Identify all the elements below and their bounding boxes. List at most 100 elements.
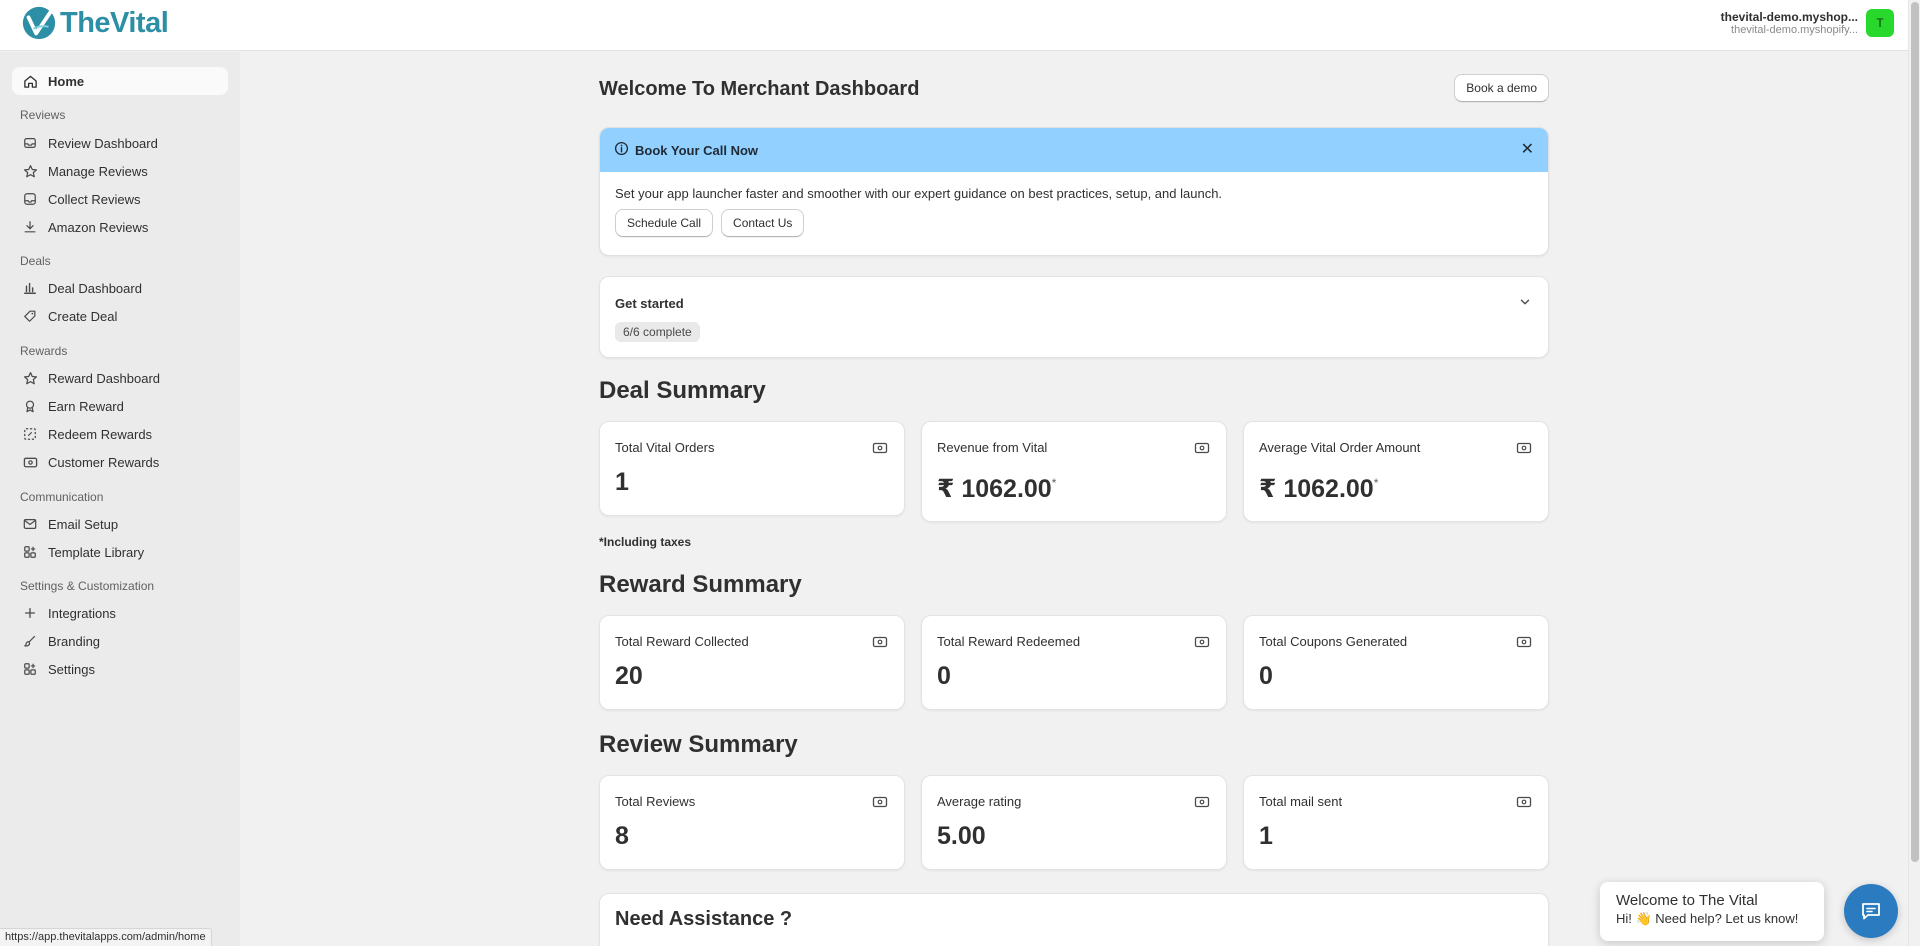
page-title: Welcome To Merchant Dashboard bbox=[599, 78, 920, 100]
store-name: thevital-demo.myshop... bbox=[1720, 10, 1858, 24]
stat-value: 8 bbox=[615, 822, 629, 850]
mail-icon bbox=[22, 516, 38, 532]
sidebar: Home Reviews Review Dashboard Manage Rev… bbox=[0, 52, 240, 946]
cash-icon bbox=[1516, 442, 1532, 454]
sidebar-item-home[interactable]: Home bbox=[12, 67, 228, 95]
stat-label: Total Reward Redeemed bbox=[937, 634, 1081, 649]
contact-us-button[interactable]: Contact Us bbox=[721, 209, 805, 237]
tax-note: *Including taxes bbox=[599, 535, 692, 549]
stat-label: Total Reviews bbox=[615, 794, 696, 809]
sidebar-item-branding[interactable]: Branding bbox=[12, 628, 228, 654]
cash-icon bbox=[1516, 796, 1532, 808]
stat-value-text: ₹ 1062.00 bbox=[1259, 475, 1374, 503]
cash-icon bbox=[1516, 636, 1532, 648]
schedule-call-button[interactable]: Schedule Call bbox=[615, 209, 714, 237]
chat-launcher-button[interactable] bbox=[1844, 884, 1898, 938]
sidebar-item-customer-rewards[interactable]: Customer Rewards bbox=[12, 449, 228, 475]
chevron-down-icon[interactable] bbox=[1518, 295, 1532, 312]
stat-value: ₹ 1062.00* bbox=[1259, 474, 1378, 504]
sidebar-item-label: Manage Reviews bbox=[48, 163, 148, 179]
get-started-title: Get started bbox=[615, 296, 684, 311]
get-started-card[interactable]: Get started 6/6 complete bbox=[599, 276, 1549, 358]
stat-card-total-reviews: Total Reviews 8 bbox=[599, 775, 905, 870]
sidebar-item-manage-reviews[interactable]: Manage Reviews bbox=[12, 158, 228, 184]
stat-card-total-reward-redeemed: Total Reward Redeemed 0 bbox=[921, 615, 1227, 710]
cash-icon bbox=[872, 796, 888, 808]
cash-icon bbox=[1194, 442, 1210, 454]
stat-card-total-vital-orders: Total Vital Orders 1 bbox=[599, 421, 905, 516]
sidebar-item-redeem-rewards[interactable]: Redeem Rewards bbox=[12, 421, 228, 447]
close-icon[interactable]: ✕ bbox=[1521, 142, 1534, 158]
book-call-banner: Book Your Call Now ✕ Set your app launch… bbox=[599, 127, 1549, 256]
home-icon bbox=[22, 73, 38, 89]
stat-label: Total Vital Orders bbox=[615, 440, 715, 455]
sidebar-item-deal-dashboard[interactable]: Deal Dashboard bbox=[12, 275, 228, 301]
sidebar-section-settings: Settings & Customization bbox=[20, 579, 155, 593]
sidebar-item-template-library[interactable]: Template Library bbox=[12, 539, 228, 565]
chat-welcome-bubble[interactable]: Welcome to The Vital Hi! 👋 Need help? Le… bbox=[1600, 882, 1824, 941]
stat-label: Average Vital Order Amount bbox=[1259, 440, 1421, 455]
store-avatar[interactable]: T bbox=[1866, 9, 1894, 37]
stat-value: 0 bbox=[1259, 662, 1273, 690]
stat-value: 20 bbox=[615, 662, 643, 690]
top-bar: TheVital thevital-demo.myshop... thevita… bbox=[0, 0, 1908, 51]
stat-card-total-coupons-generated: Total Coupons Generated 0 bbox=[1243, 615, 1549, 710]
brush-icon bbox=[22, 633, 38, 649]
stat-value: 0 bbox=[937, 662, 951, 690]
logo-mark-icon bbox=[22, 6, 56, 40]
stat-card-total-mail-sent: Total mail sent 1 bbox=[1243, 775, 1549, 870]
sidebar-section-reviews: Reviews bbox=[20, 108, 66, 122]
sidebar-item-reward-dashboard[interactable]: Reward Dashboard bbox=[12, 365, 228, 391]
redeem-icon bbox=[22, 426, 38, 442]
store-url: thevital-demo.myshopify... bbox=[1731, 24, 1858, 36]
stat-card-average-order-amount: Average Vital Order Amount ₹ 1062.00* bbox=[1243, 421, 1549, 522]
bar-chart-icon bbox=[22, 280, 38, 296]
tag-plus-icon bbox=[22, 308, 38, 324]
book-demo-button[interactable]: Book a demo bbox=[1454, 74, 1549, 102]
status-url: https://app.thevitalapps.com/admin/home bbox=[0, 928, 212, 946]
need-assistance-title: Need Assistance ? bbox=[615, 908, 793, 930]
stat-value: ₹ 1062.00* bbox=[937, 474, 1056, 504]
sidebar-item-label: Customer Rewards bbox=[48, 454, 160, 470]
banner-title: Book Your Call Now bbox=[635, 142, 759, 158]
stat-value: 5.00 bbox=[937, 822, 986, 850]
sidebar-item-label: Deal Dashboard bbox=[48, 280, 142, 296]
sidebar-section-communication: Communication bbox=[20, 490, 104, 504]
sidebar-item-label: Amazon Reviews bbox=[48, 219, 149, 235]
sidebar-item-collect-reviews[interactable]: Collect Reviews bbox=[12, 186, 228, 212]
scrollbar-thumb[interactable] bbox=[1911, 2, 1919, 862]
sidebar-item-integrations[interactable]: Integrations bbox=[12, 600, 228, 626]
sidebar-item-email-setup[interactable]: Email Setup bbox=[12, 511, 228, 537]
page-scrollbar[interactable] bbox=[1908, 0, 1920, 946]
sidebar-item-create-deal[interactable]: Create Deal bbox=[12, 303, 228, 329]
banner-text: Set your app launcher faster and smoothe… bbox=[615, 186, 1223, 201]
stat-card-revenue-from-vital: Revenue from Vital ₹ 1062.00* bbox=[921, 421, 1227, 522]
sidebar-item-amazon-reviews[interactable]: Amazon Reviews bbox=[12, 214, 228, 240]
banner-header: Book Your Call Now ✕ bbox=[600, 128, 1548, 172]
star-icon bbox=[22, 163, 38, 179]
sidebar-item-label: Redeem Rewards bbox=[48, 426, 153, 442]
cash-icon bbox=[872, 442, 888, 454]
reward-summary-title: Reward Summary bbox=[599, 571, 802, 598]
sidebar-item-label: Home bbox=[48, 73, 85, 89]
sidebar-item-label: Branding bbox=[48, 633, 101, 649]
brand-logo[interactable]: TheVital bbox=[20, 4, 169, 42]
sidebar-item-label: Template Library bbox=[48, 544, 145, 560]
sidebar-item-earn-reward[interactable]: Earn Reward bbox=[12, 393, 228, 419]
star-icon bbox=[22, 370, 38, 386]
sidebar-section-rewards: Rewards bbox=[20, 344, 68, 358]
cash-icon bbox=[1194, 796, 1210, 808]
sidebar-item-settings[interactable]: Settings bbox=[12, 656, 228, 682]
cash-icon bbox=[22, 454, 38, 470]
sidebar-item-label: Create Deal bbox=[48, 308, 118, 324]
plus-icon bbox=[22, 605, 38, 621]
sidebar-section-deals: Deals bbox=[20, 254, 51, 268]
sidebar-item-label: Review Dashboard bbox=[48, 135, 158, 151]
progress-badge: 6/6 complete bbox=[615, 322, 700, 342]
sidebar-item-label: Settings bbox=[48, 661, 95, 677]
sidebar-item-review-dashboard[interactable]: Review Dashboard bbox=[12, 130, 228, 156]
cash-icon bbox=[872, 636, 888, 648]
store-switcher[interactable]: thevital-demo.myshop... thevital-demo.my… bbox=[1721, 9, 1894, 37]
stat-value: 1 bbox=[615, 468, 629, 497]
sidebar-item-label: Email Setup bbox=[48, 516, 119, 532]
